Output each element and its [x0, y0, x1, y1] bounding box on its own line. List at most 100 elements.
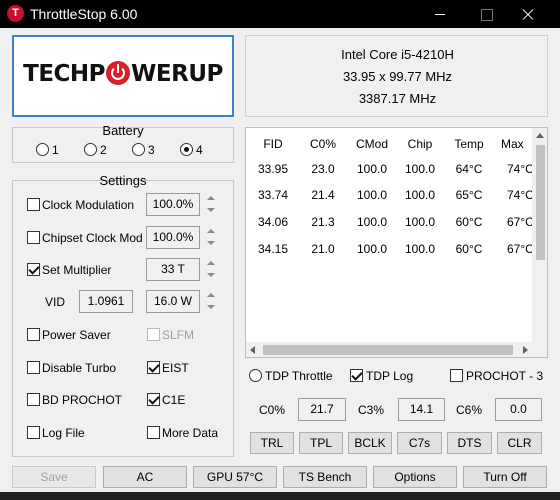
profile-radio-3[interactable]	[132, 143, 145, 156]
horizontal-scroll-thumb[interactable]	[263, 345, 513, 355]
scroll-right-icon[interactable]	[523, 346, 528, 354]
clock-modulation-value[interactable]: 100.0%	[146, 193, 200, 216]
table-cell: 21.0	[311, 242, 335, 256]
monitor-table[interactable]: FID C0% CMod Chip Temp Max 33.95 23.0 10…	[245, 127, 548, 358]
profile-radio-2[interactable]	[84, 143, 97, 156]
dts-button[interactable]: DTS	[447, 432, 492, 454]
spinner-down-icon[interactable]	[204, 205, 218, 216]
vid-label: VID	[45, 295, 66, 309]
c3-label: C3%	[358, 403, 385, 417]
c6-value: 0.0	[495, 398, 542, 421]
options-button[interactable]: Options	[373, 466, 457, 488]
title-bar: T ThrottleStop 6.00	[0, 0, 560, 28]
power-spinner[interactable]	[204, 290, 218, 313]
column-header-fid: FID	[263, 137, 283, 151]
techpowerup-logo: TECHP WERUP	[23, 61, 223, 87]
spinner-down-icon[interactable]	[204, 302, 218, 313]
c1e-label: C1E	[162, 393, 186, 407]
cpu-name: Intel Core i5-4210H	[341, 47, 454, 62]
table-cell: 100.0	[404, 215, 436, 229]
profile-radio-1-label: 1	[52, 143, 59, 157]
slfm-label: SLFM	[162, 328, 195, 342]
spinner-up-icon[interactable]	[204, 226, 218, 237]
bclk-button[interactable]: BCLK	[348, 432, 392, 454]
chipset-clock-mod-value[interactable]: 100.0%	[146, 226, 200, 249]
table-cell: 100.0	[404, 242, 436, 256]
clock-modulation-label: Clock Modulation	[42, 198, 135, 212]
c0-label: C0%	[259, 403, 286, 417]
prochot-checkbox[interactable]	[450, 369, 463, 382]
profile-radio-4[interactable]	[180, 143, 193, 156]
throttlestop-app-icon: T	[7, 5, 24, 22]
taskbar-strip	[0, 492, 560, 500]
table-cell: 100.0	[356, 215, 388, 229]
spinner-down-icon[interactable]	[204, 238, 218, 249]
logo-panel[interactable]: TECHP WERUP	[12, 35, 234, 117]
spinner-up-icon[interactable]	[204, 258, 218, 269]
spinner-up-icon[interactable]	[204, 290, 218, 301]
table-cell: 100.0	[356, 242, 388, 256]
tpl-button[interactable]: TPL	[299, 432, 343, 454]
table-cell: 33.95	[257, 162, 289, 176]
c7s-button[interactable]: C7s	[397, 432, 442, 454]
spinner-down-icon[interactable]	[204, 270, 218, 281]
clr-button[interactable]: CLR	[497, 432, 542, 454]
disable-turbo-checkbox[interactable]	[27, 361, 40, 374]
tdp-log-checkbox[interactable]	[350, 369, 363, 382]
set-multiplier-spinner[interactable]	[204, 258, 218, 281]
window-title: ThrottleStop 6.00	[30, 6, 138, 22]
profile-radio-1[interactable]	[36, 143, 49, 156]
clock-modulation-checkbox[interactable]	[27, 198, 40, 211]
tdp-throttle-radio[interactable]	[249, 369, 262, 382]
log-file-label: Log File	[42, 426, 85, 440]
column-header-chip: Chip	[407, 137, 433, 151]
more-data-checkbox[interactable]	[147, 426, 160, 439]
c1e-checkbox[interactable]	[147, 393, 160, 406]
slfm-checkbox	[147, 328, 160, 341]
chipset-clock-mod-checkbox[interactable]	[27, 231, 40, 244]
set-multiplier-value[interactable]: 33 T	[146, 258, 200, 281]
column-header-c0: C0%	[309, 137, 336, 151]
cpu-speed: 3387.17 MHz	[358, 91, 437, 106]
save-button[interactable]: Save	[12, 466, 96, 488]
close-button[interactable]	[505, 0, 551, 28]
gpu-button[interactable]: GPU 57°C	[193, 466, 277, 488]
power-saver-checkbox[interactable]	[27, 328, 40, 341]
column-header-temp: Temp	[454, 137, 484, 151]
settings-group-title: Settings	[99, 173, 147, 188]
maximize-button[interactable]	[463, 0, 509, 28]
trl-button[interactable]: TRL	[250, 432, 294, 454]
turn-off-button[interactable]: Turn Off	[463, 466, 547, 488]
vertical-scroll-thumb[interactable]	[536, 145, 545, 260]
table-cell: 100.0	[356, 188, 388, 202]
vertical-scrollbar[interactable]	[532, 128, 547, 342]
table-cell: 21.4	[311, 188, 335, 202]
profile-radio-2-label: 2	[100, 143, 107, 157]
table-cell: 100.0	[356, 162, 388, 176]
bd-prochot-checkbox[interactable]	[27, 393, 40, 406]
spinner-up-icon[interactable]	[204, 193, 218, 204]
minimize-button[interactable]	[417, 0, 463, 28]
set-multiplier-label: Set Multiplier	[42, 263, 112, 277]
table-cell: 65°C	[455, 188, 483, 202]
table-cell: 21.3	[311, 215, 335, 229]
chipset-clock-mod-label: Chipset Clock Mod	[42, 231, 143, 245]
set-multiplier-checkbox[interactable]	[27, 263, 40, 276]
ac-button[interactable]: AC	[103, 466, 187, 488]
bd-prochot-label: BD PROCHOT	[42, 393, 123, 407]
power-saver-label: Power Saver	[42, 328, 111, 342]
clock-modulation-spinner[interactable]	[204, 193, 218, 216]
scroll-up-icon[interactable]	[536, 133, 544, 138]
log-file-checkbox[interactable]	[27, 426, 40, 439]
eist-checkbox[interactable]	[147, 361, 160, 374]
profile-radio-4-label: 4	[196, 143, 203, 157]
c6-label: C6%	[456, 403, 483, 417]
profile-group-title: Battery	[102, 123, 144, 138]
disable-turbo-label: Disable Turbo	[42, 361, 117, 375]
power-value: 16.0 W	[146, 290, 200, 313]
scroll-left-icon[interactable]	[250, 346, 255, 354]
vid-value: 1.0961	[79, 290, 133, 313]
chipset-clock-mod-spinner[interactable]	[204, 226, 218, 249]
horizontal-scrollbar[interactable]	[246, 342, 532, 357]
ts-bench-button[interactable]: TS Bench	[283, 466, 367, 488]
